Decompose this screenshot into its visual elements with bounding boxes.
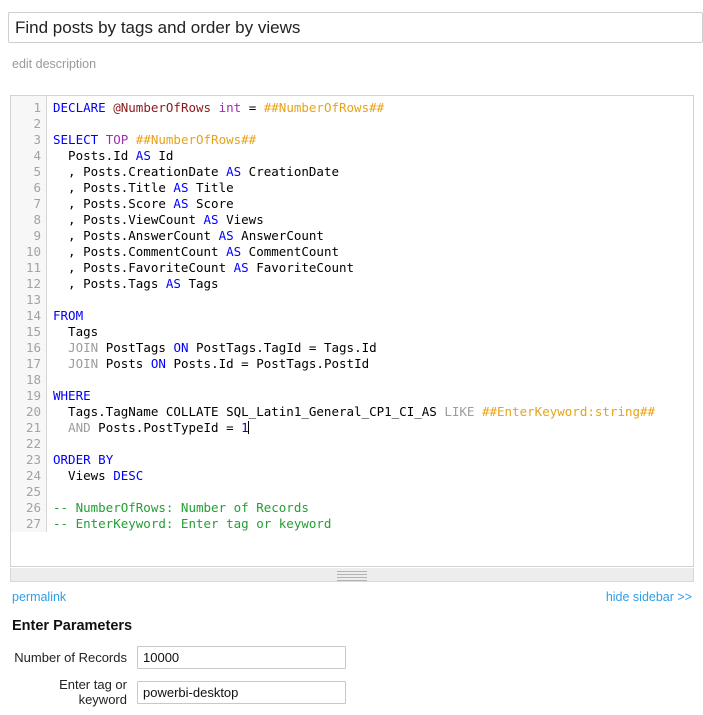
line-number: 26	[25, 500, 41, 515]
sql-code-editor[interactable]: 1 2 3 4 5 6 7 8 9 10 11 12 13 14 15 16 17 18 19 20 21 22 23 24 2…	[10, 95, 694, 567]
parameter-input[interactable]	[137, 646, 346, 669]
enter-parameters-section: Enter Parameters Number of Records Enter …	[12, 618, 692, 715]
code-line: DECLARE @NumberOfRows int = ##NumberOfRo…	[53, 100, 385, 115]
code-line: , Posts.ViewCount AS Views	[53, 212, 264, 227]
line-number: 19	[25, 388, 41, 403]
code-line: JOIN PostTags ON PostTags.TagId = Tags.I…	[68, 340, 377, 355]
edit-description-row: edit description	[0, 43, 703, 73]
code-line: AND Posts.PostTypeId = 1	[68, 420, 249, 435]
code-line: Views DESC	[53, 468, 144, 483]
editor-links-row: permalink hide sidebar >>	[12, 590, 692, 608]
code-line: SELECT TOP ##NumberOfRows##	[53, 132, 257, 147]
line-number: 17	[25, 356, 41, 371]
line-number: 24	[25, 468, 41, 483]
line-number: 13	[25, 292, 41, 307]
parameter-row: Number of Records	[12, 646, 692, 669]
parameter-input[interactable]	[137, 680, 346, 704]
code-line: , Posts.CreationDate AS CreationDate	[53, 164, 339, 179]
parameter-field-list: Number of Records Enter tag or keyword	[12, 646, 692, 707]
line-number: 15	[25, 324, 41, 339]
line-number: 11	[25, 260, 41, 275]
code-line: -- EnterKeyword: Enter tag or keyword	[53, 516, 332, 531]
editor-code-area[interactable]: DECLARE @NumberOfRows int = ##NumberOfRo…	[47, 96, 694, 532]
permalink-link[interactable]: permalink	[12, 590, 66, 604]
parameter-label: Number of Records	[14, 650, 127, 665]
code-line: , Posts.FavoriteCount AS FavoriteCount	[53, 260, 355, 275]
line-number: 18	[25, 372, 41, 387]
line-number: 27	[25, 516, 41, 531]
code-line: , Posts.Tags AS Tags	[53, 276, 219, 291]
line-number: 16	[25, 340, 41, 355]
code-line: Tags	[53, 324, 99, 339]
line-number: 8	[33, 212, 41, 227]
line-number: 4	[33, 148, 41, 163]
enter-parameters-heading: Enter Parameters	[12, 618, 133, 634]
code-line: , Posts.CommentCount AS CommentCount	[53, 244, 339, 259]
line-number: 3	[33, 132, 41, 147]
line-number: 20	[25, 404, 41, 419]
code-line: JOIN Posts ON Posts.Id = PostTags.PostId	[68, 356, 370, 371]
editor-line-number-gutter: 1 2 3 4 5 6 7 8 9 10 11 12 13 14 15 16 17 18 19 20 21 22 23 24 2…	[11, 96, 47, 532]
code-line: FROM	[53, 308, 84, 323]
line-number: 14	[25, 308, 41, 323]
query-title-row	[0, 0, 703, 43]
editor-resize-handle[interactable]	[10, 568, 694, 582]
line-number: 12	[25, 276, 41, 291]
line-number: 22	[25, 436, 41, 451]
code-line: ORDER BY	[53, 452, 114, 467]
resize-grip-icon	[337, 571, 367, 581]
line-number: 2	[33, 116, 41, 131]
line-number: 21	[25, 420, 41, 435]
code-line: , Posts.AnswerCount AS AnswerCount	[53, 228, 324, 243]
code-line: , Posts.Title AS Title	[53, 180, 234, 195]
code-line: WHERE	[53, 388, 91, 403]
line-number: 10	[25, 244, 41, 259]
hide-sidebar-link[interactable]: hide sidebar >>	[606, 590, 692, 604]
line-number: 25	[25, 484, 41, 499]
line-number: 5	[33, 164, 41, 179]
text-cursor	[247, 421, 249, 434]
query-title-input[interactable]	[8, 12, 703, 43]
parameter-label: Enter tag or keyword	[59, 677, 127, 707]
edit-description-link[interactable]: edit description	[12, 57, 96, 71]
line-number: 6	[33, 180, 41, 195]
code-line: , Posts.Score AS Score	[53, 196, 234, 211]
code-line: Posts.Id AS Id	[53, 148, 174, 163]
line-number: 23	[25, 452, 41, 467]
code-line: Tags.TagName COLLATE SQL_Latin1_General_…	[53, 404, 656, 419]
code-line: -- NumberOfRows: Number of Records	[53, 500, 309, 515]
line-number: 7	[33, 196, 41, 211]
parameter-row: Enter tag or keyword	[12, 677, 692, 707]
editor-scroll-area[interactable]: 1 2 3 4 5 6 7 8 9 10 11 12 13 14 15 16 17 18 19 20 21 22 23 24 2…	[11, 96, 693, 566]
line-number: 9	[33, 228, 41, 243]
line-number: 1	[33, 100, 41, 115]
